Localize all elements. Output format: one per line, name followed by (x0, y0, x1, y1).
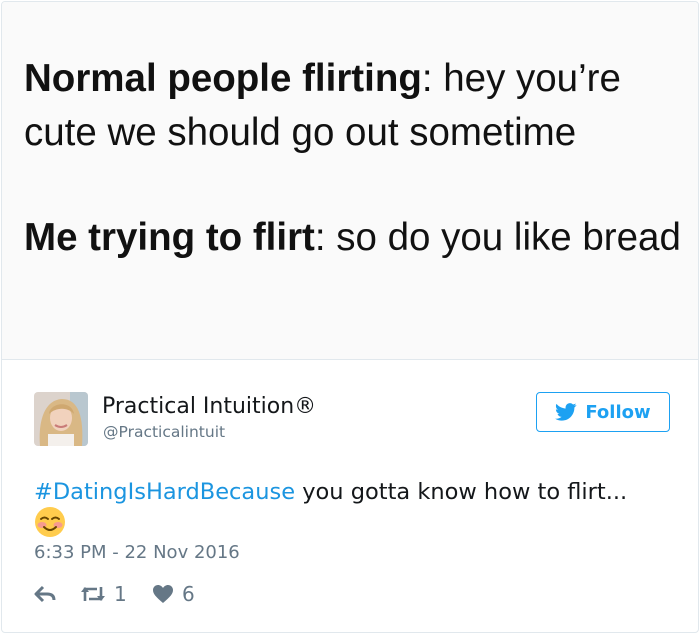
meme-bold-label: Normal people flirting (24, 57, 422, 100)
heart-icon (153, 585, 173, 603)
reply-button[interactable] (34, 578, 56, 610)
author-name[interactable]: Practical Intuition® (102, 394, 316, 419)
tweet-card: Normal people flirting: hey you’re cute … (1, 1, 699, 633)
smiling-face-icon (34, 506, 66, 538)
meme-rest-text: : so do you like bread (314, 216, 681, 259)
follow-button-label: Follow (585, 401, 651, 423)
retweet-icon (81, 587, 105, 601)
retweet-button[interactable]: 1 (80, 578, 127, 610)
meme-text-normal-people: Normal people flirting: hey you’re cute … (24, 52, 694, 160)
tweet-body: you gotta know how to flirt... (295, 479, 628, 505)
author-handle[interactable]: @Practicalintuit (103, 423, 225, 441)
like-button[interactable]: 6 (152, 578, 195, 610)
twitter-bird-icon (555, 403, 577, 421)
profile-photo-icon (34, 392, 88, 446)
meme-bold-label: Me trying to flirt (24, 216, 315, 259)
follow-button[interactable]: Follow (536, 392, 670, 432)
reply-icon (34, 585, 56, 603)
avatar[interactable] (34, 392, 88, 446)
like-count: 6 (182, 582, 195, 606)
retweet-count: 1 (114, 582, 127, 606)
tweet-text: #DatingIsHardBecause you gotta know how … (34, 476, 684, 508)
meme-text-me-trying: Me trying to flirt: so do you like bread (24, 211, 694, 265)
meme-image: Normal people flirting: hey you’re cute … (2, 2, 698, 360)
hashtag-link[interactable]: #DatingIsHardBecause (34, 479, 295, 505)
tweet-actions: 1 6 (34, 578, 334, 610)
tweet-timestamp[interactable]: 6:33 PM - 22 Nov 2016 (34, 542, 240, 563)
